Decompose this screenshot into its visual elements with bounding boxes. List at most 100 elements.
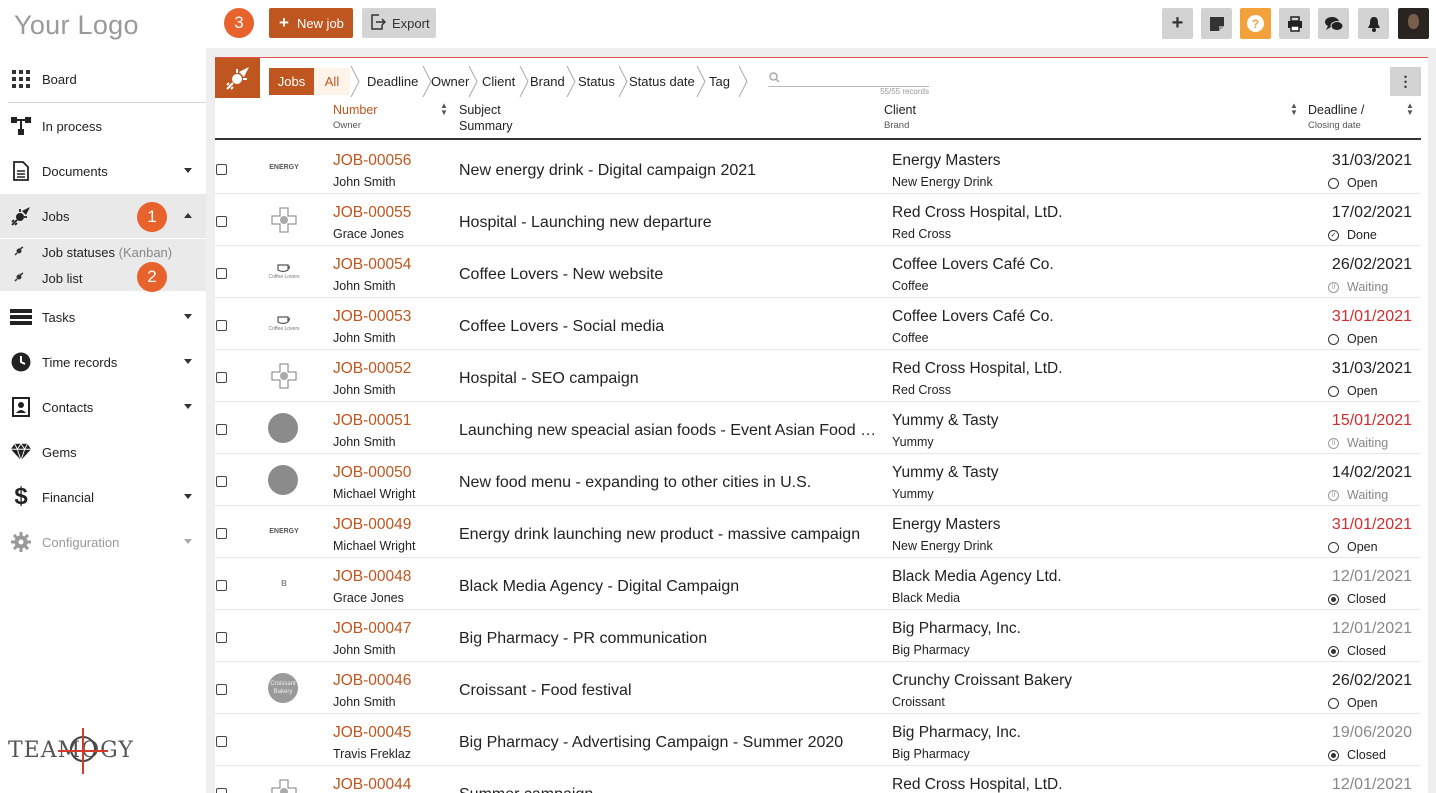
row-checkbox[interactable]	[216, 320, 227, 331]
job-number-link[interactable]: JOB-00054	[333, 256, 411, 274]
job-brand: Big Pharmacy	[892, 643, 970, 657]
row-checkbox[interactable]	[216, 580, 227, 591]
filter-client[interactable]: Client	[482, 68, 515, 95]
filter-status-date[interactable]: Status date	[629, 68, 695, 95]
sidebar-item-in-process[interactable]: In process	[0, 104, 206, 148]
sidebar-item-board[interactable]: Board	[0, 57, 206, 101]
column-subject[interactable]: Subject Summary	[459, 103, 512, 133]
job-subject[interactable]: Black Media Agency - Digital Campaign	[459, 578, 879, 596]
table-row[interactable]: JOB-00055 Grace Jones Hospital - Launching…	[215, 194, 1421, 246]
chevron-down-icon	[184, 168, 192, 173]
chat-icon[interactable]	[1318, 8, 1349, 39]
status-label: Open	[1347, 696, 1378, 710]
sidebar-item-documents[interactable]: Documents	[0, 149, 206, 193]
filter-tag[interactable]: Tag	[709, 68, 730, 95]
sidebar-item-label: Configuration	[42, 534, 120, 550]
row-checkbox[interactable]	[216, 684, 227, 695]
sidebar-item-financial[interactable]: $ Financial	[0, 475, 206, 519]
table-row[interactable]: Coffee Lovers JOB-00053 John Smith Coffee L…	[215, 298, 1421, 350]
filter-jobs-tab[interactable]: Jobs	[269, 68, 314, 95]
job-client: Yummy & Tasty	[892, 412, 999, 429]
job-subject[interactable]: New energy drink - Digital campaign 2021	[459, 162, 879, 180]
row-checkbox[interactable]	[216, 372, 227, 383]
table-row[interactable]: B JOB-00048 Grace Jones Black Media Agency …	[215, 558, 1421, 610]
sidebar-subitem-job-statuses[interactable]: Job statuses (Kanban)	[0, 239, 206, 265]
print-icon[interactable]	[1279, 8, 1310, 39]
table-row[interactable]: ENERGY JOB-00056 John Smith New energy drin…	[215, 142, 1421, 194]
job-number-link[interactable]: JOB-00050	[333, 464, 411, 482]
job-subject[interactable]: Hospital - SEO campaign	[459, 370, 879, 388]
row-checkbox[interactable]	[216, 268, 227, 279]
job-subject[interactable]: New food menu - expanding to other citie…	[459, 474, 879, 492]
job-number-link[interactable]: JOB-00053	[333, 308, 411, 326]
job-number-link[interactable]: JOB-00045	[333, 724, 411, 742]
chevron-down-icon	[184, 539, 192, 544]
table-row[interactable]: ENERGY JOB-00049 Michael Wright Energy drin…	[215, 506, 1421, 558]
bell-icon[interactable]	[1358, 8, 1389, 39]
job-subject[interactable]: Summer campaign	[459, 786, 879, 793]
filter-brand[interactable]: Brand	[530, 68, 565, 95]
job-subject[interactable]: Hospital - Launching new departure	[459, 214, 879, 232]
row-checkbox[interactable]	[216, 216, 227, 227]
table-row[interactable]: Coffee Lovers JOB-00054 John Smith Coffee L…	[215, 246, 1421, 298]
row-checkbox[interactable]	[216, 788, 227, 793]
filter-owner[interactable]: Owner	[431, 68, 469, 95]
table-row[interactable]: JOB-00051 John Smith Launching new speacia…	[215, 402, 1421, 454]
row-checkbox[interactable]	[216, 164, 227, 175]
job-subject[interactable]: Big Pharmacy - Advertising Campaign - Su…	[459, 734, 879, 752]
client-logo-text: ENERGY	[269, 164, 299, 171]
add-icon[interactable]: +	[1162, 8, 1193, 39]
sort-arrows-icon[interactable]: ▲ ▼	[1406, 102, 1414, 117]
filter-deadline[interactable]: Deadline	[367, 68, 418, 95]
sidebar-item-configuration[interactable]: Configuration	[0, 520, 206, 564]
column-client[interactable]: Client Brand	[884, 103, 916, 131]
job-subject[interactable]: Launching new speacial asian foods - Eve…	[459, 422, 879, 440]
sidebar-item-gems[interactable]: Gems	[0, 430, 206, 474]
job-number-link[interactable]: JOB-00044	[333, 776, 411, 793]
row-checkbox[interactable]	[216, 632, 227, 643]
job-subject[interactable]: Coffee Lovers - New website	[459, 266, 879, 284]
job-subject[interactable]: Big Pharmacy - PR communication	[459, 630, 879, 648]
sort-arrows-icon[interactable]: ▲ ▼	[1290, 102, 1298, 117]
table-row[interactable]: Croissant Bakery JOB-00046 John Smith Crois…	[215, 662, 1421, 714]
filter-status[interactable]: Status	[578, 68, 615, 95]
job-number-link[interactable]: JOB-00046	[333, 672, 411, 690]
job-deadline: 17/02/2021	[1331, 204, 1412, 221]
row-checkbox[interactable]	[216, 528, 227, 539]
table-row[interactable]: JOB-00047 John Smith Big Pharmacy - PR com…	[215, 610, 1421, 662]
job-brand: Black Media	[892, 591, 961, 605]
avatar[interactable]	[1398, 8, 1429, 39]
row-checkbox[interactable]	[216, 424, 227, 435]
sidebar-item-tasks[interactable]: Tasks	[0, 295, 206, 339]
table-row[interactable]: JOB-00050 Michael Wright New food menu - e…	[215, 454, 1421, 506]
table-row[interactable]: JOB-00045 Travis Freklaz Big Pharmacy - Ad…	[215, 714, 1421, 766]
column-deadline[interactable]: Deadline / Closing date	[1308, 103, 1364, 131]
sidebar-item-contacts[interactable]: Contacts	[0, 385, 206, 429]
job-subject[interactable]: Coffee Lovers - Social media	[459, 318, 879, 336]
breadcrumb-separator	[566, 66, 576, 97]
job-number-link[interactable]: JOB-00047	[333, 620, 411, 638]
job-subject[interactable]: Energy drink launching new product - mas…	[459, 526, 879, 544]
job-number-link[interactable]: JOB-00055	[333, 204, 411, 222]
sort-arrows-icon[interactable]: ▲ ▼	[440, 102, 448, 117]
help-icon[interactable]: ?	[1240, 8, 1271, 39]
table-row[interactable]: JOB-00044 Summer campaign Red Cross Hospit…	[215, 766, 1421, 793]
job-number-link[interactable]: JOB-00049	[333, 516, 411, 534]
job-number-link[interactable]: JOB-00051	[333, 412, 411, 430]
new-job-button[interactable]: + New job	[269, 8, 353, 38]
sidebar-subitem-job-list[interactable]: Job list	[0, 265, 206, 291]
sidebar-item-time-records[interactable]: Time records	[0, 340, 206, 384]
note-icon[interactable]	[1201, 8, 1232, 39]
export-button[interactable]: Export	[362, 8, 436, 38]
row-checkbox[interactable]	[216, 736, 227, 747]
table-row[interactable]: JOB-00052 John Smith Hospital - SEO campai…	[215, 350, 1421, 402]
filter-all-tab[interactable]: All	[314, 68, 350, 95]
row-checkbox[interactable]	[216, 476, 227, 487]
more-options-button[interactable]: ⋮	[1390, 67, 1421, 96]
job-number-link[interactable]: JOB-00048	[333, 568, 411, 586]
job-subject[interactable]: Croissant - Food festival	[459, 682, 879, 700]
sidebar-item-jobs[interactable]: Jobs	[0, 194, 206, 238]
job-number-link[interactable]: JOB-00056	[333, 152, 411, 170]
job-number-link[interactable]: JOB-00052	[333, 360, 411, 378]
column-number[interactable]: Number Owner	[333, 103, 377, 131]
